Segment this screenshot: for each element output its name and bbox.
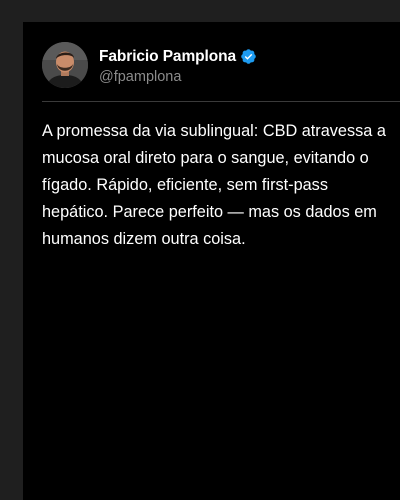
author-identity: Fabricio Pamplona @fpamplona (99, 46, 257, 85)
avatar[interactable] (42, 42, 88, 88)
verified-badge-icon (240, 48, 257, 65)
author-handle[interactable]: @fpamplona (99, 69, 257, 85)
tweet-text: A promessa da via sublingual: CBD atrave… (42, 118, 400, 253)
avatar-image (42, 42, 88, 88)
name-row: Fabricio Pamplona (99, 46, 257, 68)
divider (42, 101, 400, 102)
tweet-text-line: A promessa da via sublingual: CBD atrave… (42, 122, 386, 140)
tweet-card: Fabricio Pamplona @fpamplona A promessa … (23, 22, 400, 500)
tweet-text-line: fígado. Rápido, eficiente, sem first-pas… (42, 176, 328, 194)
tweet-text-line: humanos dizem outra coisa. (42, 230, 246, 248)
tweet-text-line: hepático. Parece perfeito — mas os dados… (42, 203, 377, 221)
author-name[interactable]: Fabricio Pamplona (99, 48, 236, 66)
tweet-header: Fabricio Pamplona @fpamplona (42, 42, 257, 88)
tweet-text-line: mucosa oral direto para o sangue, evitan… (42, 149, 369, 167)
page-background: Fabricio Pamplona @fpamplona A promessa … (0, 0, 400, 500)
